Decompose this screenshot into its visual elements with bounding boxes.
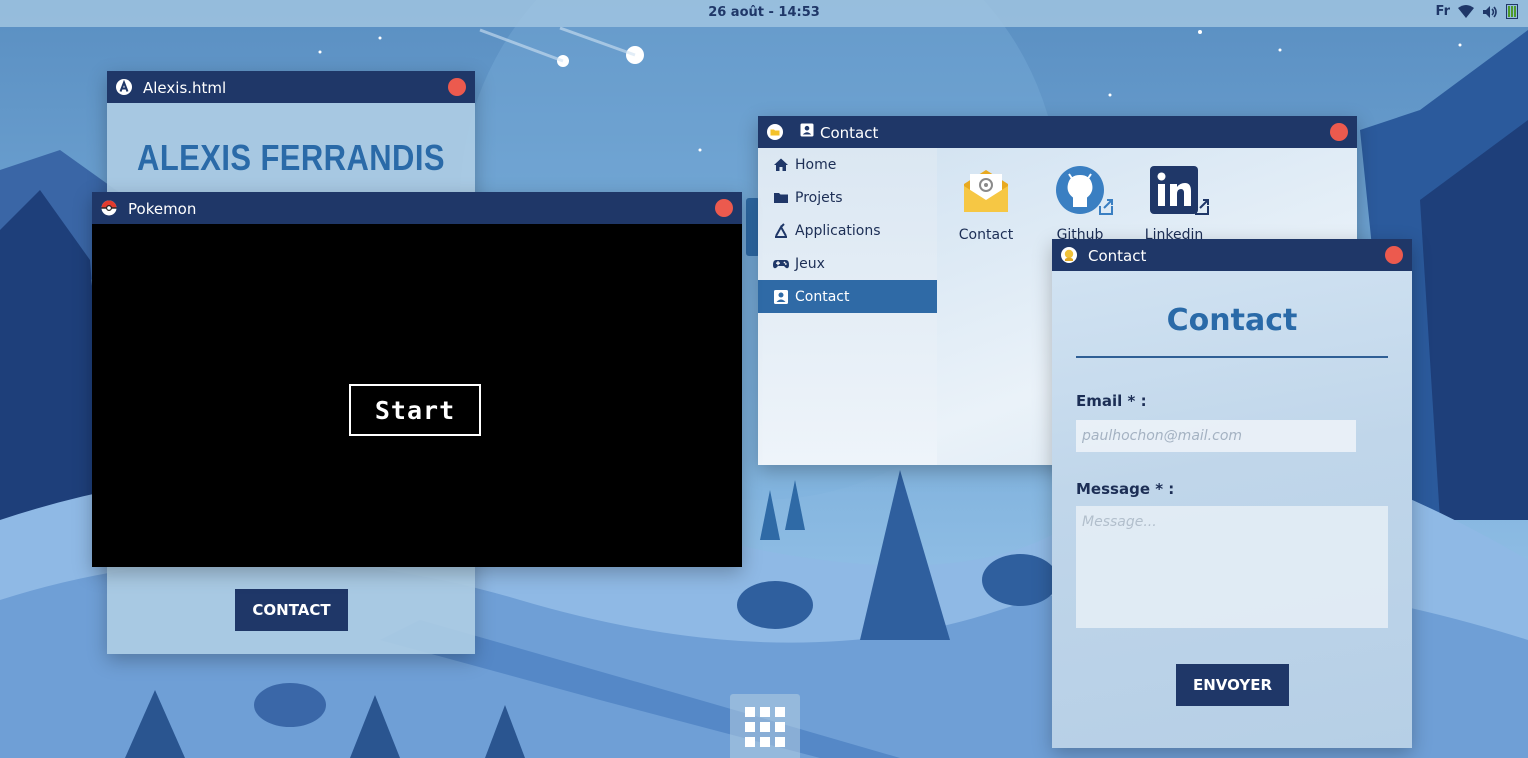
explorer-sidebar: Home Projets Applications Jeux Contact — [758, 148, 937, 465]
sidebar-item-jeux[interactable]: Jeux — [758, 247, 937, 280]
sidebar-item-applications[interactable]: Applications — [758, 214, 937, 247]
form-heading: Contact — [1166, 303, 1298, 338]
close-button[interactable] — [448, 78, 466, 96]
alexis-titlebar[interactable]: Alexis.html — [107, 71, 475, 103]
game-canvas[interactable]: Start — [92, 224, 742, 567]
tile-label: Contact — [958, 227, 1014, 243]
divider — [1076, 356, 1388, 358]
contact-card-icon — [800, 123, 814, 137]
app-grid-icon — [745, 707, 785, 747]
wifi-icon[interactable] — [1458, 4, 1474, 19]
explorer-titlebar[interactable]: Contact — [758, 116, 1357, 148]
sidebar-item-contact[interactable]: Contact — [758, 280, 937, 313]
tile-github[interactable]: Github — [1035, 166, 1125, 246]
tile-contact[interactable]: Contact — [941, 166, 1031, 246]
home-icon — [774, 158, 788, 171]
form-window-title: Contact — [1088, 247, 1147, 265]
folder-app-icon — [767, 124, 783, 140]
start-button[interactable]: Start — [349, 384, 481, 436]
hidden-window-edge — [742, 272, 758, 320]
pokeball-icon — [101, 200, 117, 216]
volume-icon[interactable] — [1482, 5, 1498, 19]
battery-icon[interactable] — [1506, 4, 1518, 19]
pokemon-window[interactable]: Pokemon Start — [92, 192, 742, 567]
email-field[interactable] — [1076, 420, 1356, 452]
alexis-heading: ALEXIS FERRANDIS — [137, 137, 445, 178]
pokemon-window-title: Pokemon — [128, 200, 197, 218]
mail-envelope-icon — [964, 170, 1008, 212]
sidebar-item-projets[interactable]: Projets — [758, 181, 937, 214]
alexis-window-title: Alexis.html — [143, 79, 227, 97]
message-field[interactable] — [1076, 506, 1388, 628]
message-label: Message * : — [1076, 480, 1175, 498]
gamepad-icon — [773, 260, 789, 269]
folder-icon — [774, 193, 788, 203]
close-button[interactable] — [715, 199, 733, 217]
app-launcher-button[interactable] — [730, 694, 800, 758]
contact-form-window[interactable]: Contact Contact Email * : Message * : EN… — [1052, 239, 1412, 748]
contact-app-icon — [1061, 247, 1077, 263]
email-label: Email * : — [1076, 392, 1147, 410]
explorer-window-title: Contact — [820, 124, 879, 142]
contact-button[interactable]: CONTACT — [235, 589, 348, 631]
contact-card-icon — [774, 290, 788, 304]
close-button[interactable] — [1385, 246, 1403, 264]
clock: 26 août - 14:53 — [708, 5, 820, 20]
sidebar-item-home[interactable]: Home — [758, 148, 937, 181]
tile-linkedin[interactable]: Linkedin — [1129, 166, 1219, 246]
alexis-app-icon — [116, 79, 132, 95]
send-button[interactable]: ENVOYER — [1176, 664, 1289, 706]
applications-icon — [775, 223, 787, 238]
close-button[interactable] — [1330, 123, 1348, 141]
pokemon-titlebar[interactable]: Pokemon — [92, 192, 742, 224]
github-icon — [1056, 166, 1113, 215]
top-bar: 26 août - 14:53 Fr — [0, 0, 1528, 27]
linkedin-icon — [1150, 166, 1209, 215]
form-titlebar[interactable]: Contact — [1052, 239, 1412, 271]
system-tray: Fr — [1436, 4, 1518, 19]
language-indicator[interactable]: Fr — [1436, 4, 1450, 19]
